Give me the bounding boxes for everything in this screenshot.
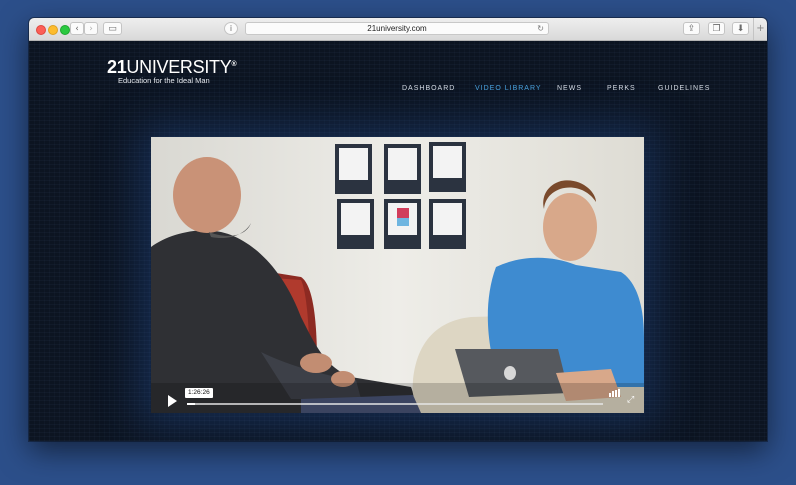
video-controls: 1:26:26 ⤢ [151, 388, 644, 413]
downloads-button[interactable]: ⬇ [732, 22, 749, 35]
video-player[interactable]: 1:26:26 ⤢ [151, 137, 644, 413]
logo-registered-mark: ® [231, 61, 237, 68]
address-url: 21university.com [367, 24, 427, 33]
show-tabs-button[interactable]: ❐ [708, 22, 725, 35]
nav-video-library[interactable]: VIDEO LIBRARY [475, 85, 542, 92]
video-time-label: 1:26:26 [185, 388, 213, 398]
nav-news[interactable]: NEWS [557, 85, 582, 92]
nav-dashboard[interactable]: DASHBOARD [402, 85, 455, 92]
browser-toolbar: ‹ › ▭ i 21university.com ↻ ⇪ ❐ ⬇ + [29, 18, 767, 41]
logo-number: 21 [107, 57, 127, 77]
site-page: 21UNIVERSITY® Education for the Ideal Ma… [29, 41, 767, 441]
fullscreen-icon[interactable]: ⤢ [627, 396, 636, 405]
logo-tagline: Education for the Ideal Man [118, 76, 210, 85]
close-window-button[interactable] [36, 25, 46, 35]
video-frame [151, 137, 644, 413]
minimize-window-button[interactable] [48, 25, 58, 35]
site-info-icon[interactable]: i [224, 22, 238, 35]
logo-word: UNIVERSITY [126, 57, 232, 77]
nav-perks[interactable]: PERKS [607, 85, 636, 92]
play-icon[interactable] [168, 395, 177, 407]
back-button[interactable]: ‹ [70, 22, 84, 35]
zoom-window-button[interactable] [60, 25, 70, 35]
video-progress-played [187, 403, 196, 405]
reload-icon[interactable]: ↻ [537, 23, 544, 35]
new-tab-button[interactable]: + [753, 18, 767, 40]
forward-button[interactable]: › [84, 22, 98, 35]
nav-guidelines[interactable]: GUIDELINES [658, 85, 710, 92]
video-progress-bar[interactable] [187, 403, 603, 405]
site-logo[interactable]: 21UNIVERSITY® Education for the Ideal Ma… [107, 55, 237, 85]
share-button[interactable]: ⇪ [683, 22, 700, 35]
browser-window: ‹ › ▭ i 21university.com ↻ ⇪ ❐ ⬇ + 21UNI… [29, 18, 767, 441]
address-bar[interactable]: 21university.com ↻ [245, 22, 549, 35]
sidebar-toggle-button[interactable]: ▭ [103, 22, 122, 35]
